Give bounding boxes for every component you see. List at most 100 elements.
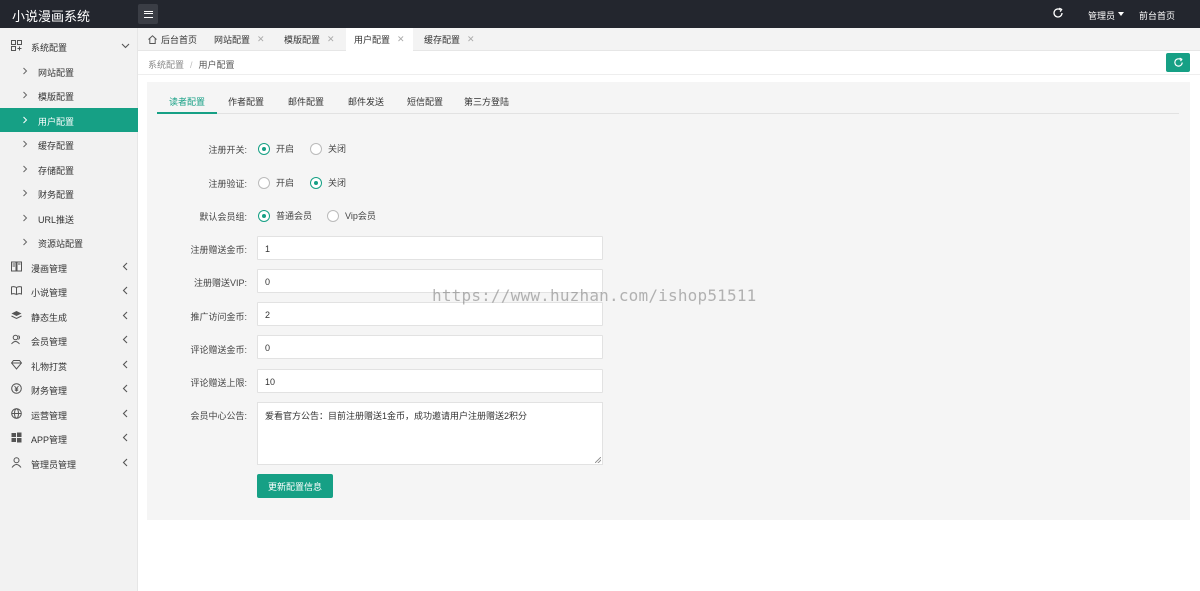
notice-text: 爱看官方公告：目前注册赠送1金币，成功邀请用户注册赠送2积分 <box>265 411 528 421</box>
register-verify-off-radio[interactable]: 关闭 <box>310 176 346 189</box>
refresh-icon[interactable] <box>1052 7 1064 19</box>
radio-unchecked-icon <box>310 142 322 155</box>
subtab-mail-config[interactable]: 邮件配置 <box>288 95 324 108</box>
sidebar-item-label: 财务配置 <box>38 190 75 200</box>
sidebar-group-operation[interactable]: 运营管理 <box>0 402 138 426</box>
sidebar-item-website-config[interactable]: 网站配置 <box>0 59 138 83</box>
tab-dashboard[interactable]: 后台首页 <box>140 28 205 51</box>
page-tab-bar: 后台首页 网站配置 ✕ 模版配置 ✕ 用户配置 ✕ 缓存配置 ✕ <box>138 28 1200 51</box>
sidebar-group-label: 漫画管理 <box>31 264 68 274</box>
chevron-left-icon <box>122 409 128 418</box>
register-switch-off-radio[interactable]: 关闭 <box>310 142 346 155</box>
close-icon[interactable]: ✕ <box>257 34 265 45</box>
sidebar-group-static[interactable]: 静态生成 <box>0 304 138 328</box>
sidebar-group-novel[interactable]: 小说管理 <box>0 279 138 303</box>
tab-label: 缓存配置 <box>424 35 461 45</box>
breadcrumb-separator: / <box>190 60 193 70</box>
sidebar-group-member[interactable]: 会员管理 <box>0 328 138 352</box>
sidebar-item-finance-config[interactable]: 财务配置 <box>0 181 138 205</box>
register-switch-on-radio[interactable]: 开启 <box>258 142 294 155</box>
register-verify-on-radio[interactable]: 开启 <box>258 176 294 189</box>
subtab-reader-config[interactable]: 读者配置 <box>169 95 205 108</box>
comment-gold-input[interactable]: 0 <box>257 335 603 359</box>
watermark-text: https://www.huzhan.com/ishop51511 <box>432 286 757 305</box>
radio-label: 普通会员 <box>276 211 313 221</box>
chevron-right-icon <box>23 214 28 222</box>
caret-down-icon[interactable] <box>1118 12 1124 16</box>
chevron-right-icon <box>23 238 28 246</box>
sidebar-item-label: 存储配置 <box>38 166 75 176</box>
sidebar-item-template-config[interactable]: 模版配置 <box>0 83 138 107</box>
breadcrumb-current: 用户配置 <box>198 60 235 70</box>
radio-label: 开启 <box>276 144 295 154</box>
subtab-mail-send[interactable]: 邮件发送 <box>348 95 384 108</box>
tab-cache-config[interactable]: 缓存配置 ✕ <box>416 28 483 51</box>
comment-limit-label: 评论赠送上限: <box>190 378 247 388</box>
chevron-right-icon <box>23 67 28 75</box>
subtab-third-party-login[interactable]: 第三方登陆 <box>464 95 509 108</box>
front-home-link[interactable]: 前台首页 <box>1139 9 1175 22</box>
subtab-sms-config[interactable]: 短信配置 <box>407 95 443 108</box>
admin-menu[interactable]: 管理员 <box>1088 9 1115 22</box>
close-icon[interactable]: ✕ <box>467 34 475 45</box>
tab-label: 模版配置 <box>284 35 321 45</box>
sidebar-item-storage-config[interactable]: 存储配置 <box>0 157 138 181</box>
sidebar-item-user-config[interactable]: 用户配置 <box>0 108 138 132</box>
notice-textarea[interactable]: 爱看官方公告：目前注册赠送1金币，成功邀请用户注册赠送2积分 <box>257 402 603 465</box>
chevron-right-icon <box>23 165 28 173</box>
sidebar-item-cache-config[interactable]: 缓存配置 <box>0 132 138 156</box>
sidebar-group-label: 小说管理 <box>31 288 68 298</box>
top-bar: 小说漫画系统 管理员 前台首页 <box>0 0 1200 28</box>
promo-gold-label: 推广访问金币: <box>190 312 247 322</box>
sidebar-group-app[interactable]: APP管理 <box>0 426 138 450</box>
breadcrumb-parent[interactable]: 系统配置 <box>148 60 184 70</box>
subtab-author-config[interactable]: 作者配置 <box>228 95 264 108</box>
home-icon <box>148 35 157 44</box>
sidebar-group-admin[interactable]: 管理员管理 <box>0 451 138 475</box>
hamburger-icon <box>143 10 153 18</box>
radio-label: 关闭 <box>328 144 347 154</box>
radio-label: 开启 <box>276 178 295 188</box>
resize-handle-icon[interactable] <box>595 457 601 463</box>
sidebar-item-label: 网站配置 <box>38 68 75 78</box>
globe-icon <box>11 408 22 419</box>
sidebar-item-url-push[interactable]: URL推送 <box>0 206 138 230</box>
settings-icon <box>11 40 22 51</box>
tab-website-config[interactable]: 网站配置 ✕ <box>206 28 273 51</box>
diamond-icon <box>11 360 22 370</box>
chevron-right-icon <box>23 91 28 99</box>
tab-label: 用户配置 <box>354 35 391 45</box>
sidebar-group-label: 系统配置 <box>31 43 68 53</box>
sidebar-group-system-config[interactable]: 系统配置 <box>0 34 138 58</box>
notice-label: 会员中心公告: <box>190 411 247 421</box>
chevron-left-icon <box>122 311 128 320</box>
register-switch-label: 注册开关: <box>208 145 247 155</box>
tab-template-config[interactable]: 模版配置 ✕ <box>276 28 343 51</box>
register-gold-input[interactable]: 1 <box>257 236 603 260</box>
sidebar-item-label: URL推送 <box>38 215 75 225</box>
app-title: 小说漫画系统 <box>12 9 91 24</box>
chevron-left-icon <box>122 433 128 442</box>
close-icon[interactable]: ✕ <box>327 34 335 45</box>
sidebar-group-gift[interactable]: 礼物打赏 <box>0 353 138 377</box>
group-normal-radio[interactable]: 普通会员 <box>258 209 312 222</box>
breadcrumb-bar: 系统配置 / 用户配置 <box>138 51 1200 75</box>
group-vip-radio[interactable]: Vip会员 <box>327 209 376 222</box>
comment-limit-input[interactable]: 10 <box>257 369 603 393</box>
close-icon[interactable]: ✕ <box>397 34 405 45</box>
chevron-left-icon <box>122 262 128 271</box>
menu-toggle-button[interactable] <box>138 4 158 24</box>
chevron-left-icon <box>122 360 128 369</box>
promo-gold-input[interactable]: 2 <box>257 302 603 326</box>
sidebar-group-finance[interactable]: 财务管理 <box>0 377 138 401</box>
chevron-right-icon <box>23 189 28 197</box>
update-config-button[interactable]: 更新配置信息 <box>257 474 333 498</box>
user-icon <box>11 457 22 468</box>
chevron-left-icon <box>122 458 128 467</box>
sidebar-group-label: 财务管理 <box>31 386 68 396</box>
tab-user-config[interactable]: 用户配置 ✕ <box>346 28 413 51</box>
sidebar-group-comic[interactable]: 漫画管理 <box>0 255 138 279</box>
sidebar-group-label: 管理员管理 <box>31 460 77 470</box>
sidebar-item-resource-config[interactable]: 资源站配置 <box>0 230 138 254</box>
refresh-button[interactable] <box>1166 53 1190 72</box>
